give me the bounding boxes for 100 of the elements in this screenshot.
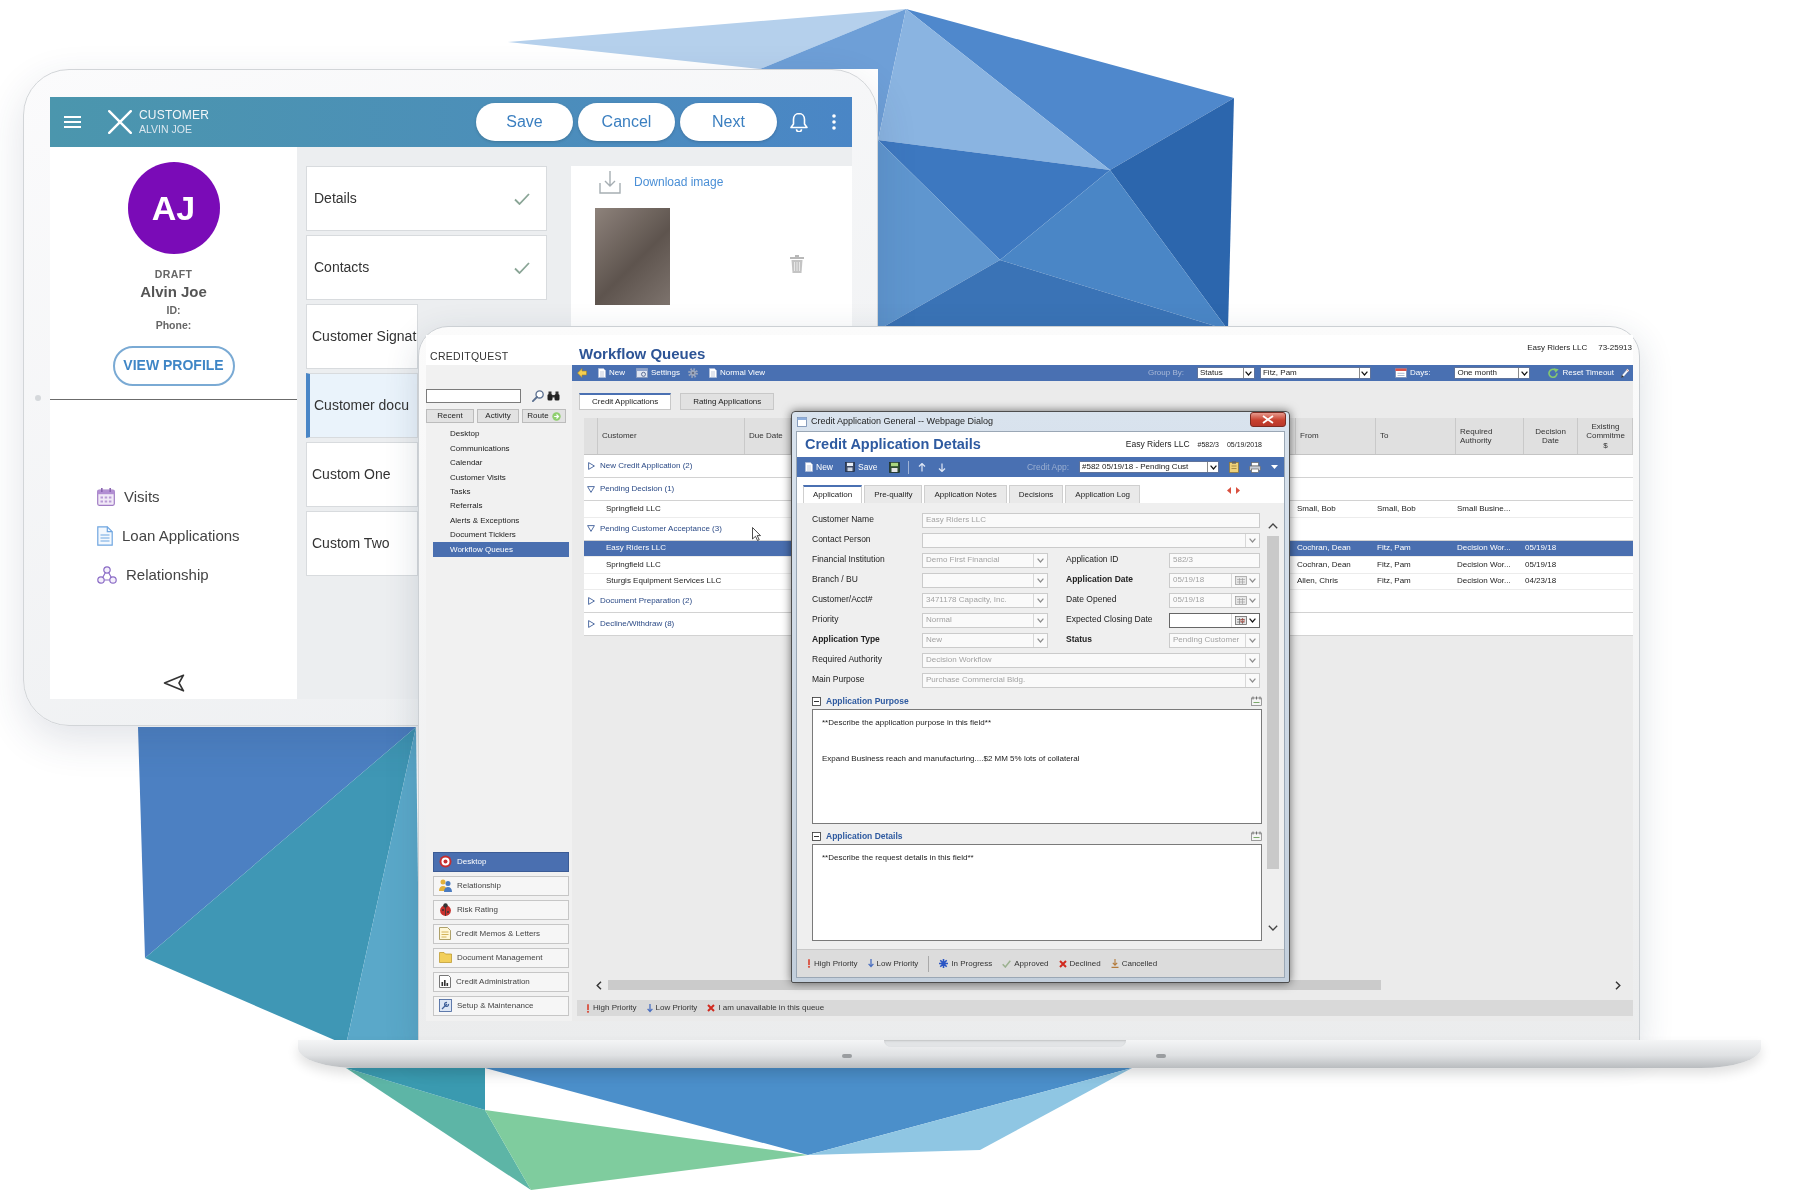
tab[interactable]: Rating Applications (680, 393, 775, 410)
dropdown-field[interactable]: Status (1196, 367, 1255, 379)
arrow-left-icon[interactable] (1227, 486, 1231, 494)
text-area[interactable]: **Describe the request details in this field** (812, 844, 1262, 941)
section-card[interactable]: Contacts (306, 235, 547, 300)
nav-item[interactable]: Relationship (97, 555, 209, 595)
chevron-up-icon[interactable] (1267, 523, 1278, 529)
chevron-down-icon[interactable] (1520, 370, 1528, 376)
tab[interactable]: Route (522, 409, 566, 423)
sidebar-item[interactable]: Communications (433, 441, 569, 456)
group-label[interactable]: Pending Decision (1) (600, 484, 675, 494)
module-button[interactable]: Credit Memos & Letters (433, 923, 569, 944)
collapse-icon[interactable] (812, 831, 821, 841)
toolbar-button[interactable]: New (598, 368, 625, 378)
dropdown-field[interactable]: #582 05/19/18 - Pending Cust (1079, 461, 1219, 473)
module-button[interactable]: Setup & Maintenance (433, 995, 569, 1016)
section-card[interactable]: Custom One (306, 442, 418, 507)
chevron-down-icon[interactable] (1209, 464, 1217, 470)
gear-icon[interactable] (687, 368, 698, 378)
view-profile-button[interactable]: VIEW PROFILE (112, 345, 235, 386)
tab[interactable]: Pre-qualify (864, 485, 923, 503)
arrow-left-icon[interactable] (577, 368, 587, 378)
dropdown-field[interactable]: One month (1454, 367, 1531, 379)
tab[interactable]: Recent (426, 409, 474, 423)
binoculars-icon[interactable] (547, 391, 560, 401)
toolbar-button[interactable]: Normal View (708, 368, 766, 378)
sidebar-item[interactable]: Workflow Queues (433, 542, 569, 557)
section-card[interactable]: Details (306, 166, 547, 231)
tab[interactable]: Credit Applications (579, 393, 672, 410)
chevron-down-icon[interactable] (1361, 370, 1369, 376)
tab[interactable]: Activity (477, 409, 519, 423)
tab[interactable]: Application Log (1065, 485, 1141, 503)
sidebar-item[interactable]: Desktop (433, 427, 569, 442)
next-button[interactable]: Next (680, 103, 777, 141)
toolbar-button[interactable]: Save (845, 461, 878, 473)
tab[interactable]: Decisions (1008, 485, 1064, 503)
collapse-icon[interactable] (812, 696, 821, 706)
caret-down-icon[interactable] (1271, 465, 1278, 469)
module-button[interactable]: Desktop (433, 851, 569, 872)
tab[interactable]: Application (803, 485, 863, 503)
ladybug-icon (439, 903, 452, 917)
search-field[interactable] (426, 389, 521, 403)
tab[interactable]: Application Notes (924, 485, 1007, 503)
dropdown-field[interactable]: Fitz, Pam (1259, 367, 1371, 379)
notepad-icon[interactable] (1251, 831, 1262, 841)
module-button[interactable]: Credit Administration (433, 971, 569, 992)
chevron-right-icon[interactable] (1615, 980, 1621, 990)
sidebar-item[interactable]: Alerts & Exceptions (433, 513, 569, 528)
arrow-up-icon[interactable] (918, 462, 927, 472)
nav-item[interactable]: Loan Applications (97, 516, 240, 556)
module-button[interactable]: Relationship (433, 875, 569, 896)
nav-item[interactable]: Visits (97, 477, 160, 517)
group-label[interactable]: Decline/Withdraw (8) (600, 619, 675, 629)
toolbar-button[interactable]: New (805, 461, 833, 473)
close-icon[interactable] (108, 110, 132, 134)
search-icon[interactable] (532, 390, 544, 402)
caret-right-icon[interactable] (587, 597, 595, 605)
table-cell: Sturgis Equipment Services LLC (606, 576, 722, 587)
arrow-down-icon[interactable] (938, 462, 947, 472)
group-label[interactable]: Document Preparation (2) (600, 596, 693, 606)
chevron-left-icon[interactable] (596, 980, 602, 990)
section-card[interactable]: Custom Two (306, 511, 418, 576)
chevron-down-icon[interactable] (1267, 925, 1278, 931)
printer-icon[interactable] (1249, 461, 1261, 473)
chevron-down-icon[interactable] (1245, 370, 1253, 376)
caret-right-icon[interactable] (587, 620, 595, 628)
chevron-down-icon[interactable] (1249, 617, 1256, 623)
group-label[interactable]: New Credit Application (2) (600, 461, 693, 471)
menu-icon[interactable] (64, 116, 81, 128)
sidebar-item[interactable]: Document Ticklers (433, 527, 569, 543)
sidebar-item[interactable]: Customer Visits (433, 470, 569, 485)
sidebar-item[interactable]: Referrals (433, 498, 569, 514)
caret-down-icon[interactable] (587, 525, 595, 532)
download-link[interactable]: Download image (634, 174, 724, 190)
toolbar-button[interactable]: Settings (636, 368, 680, 378)
scrollbar-thumb[interactable] (1266, 536, 1279, 869)
clipboard-icon[interactable] (1229, 461, 1239, 473)
send-icon[interactable] (162, 674, 185, 692)
calendar-icon[interactable] (1235, 615, 1247, 625)
text-area[interactable]: **Describe the application purpose in this field** Expand Business reach and manufacturing....$2 MM 5% lots of collateral (812, 709, 1262, 824)
save-button[interactable]: Save (476, 103, 573, 141)
module-button[interactable]: Document Management (433, 947, 569, 968)
bell-icon[interactable] (790, 112, 808, 132)
more-options-icon[interactable] (832, 114, 836, 130)
sidebar-item[interactable]: Tasks (433, 484, 569, 499)
close-button[interactable] (1250, 412, 1286, 427)
pencil-icon[interactable] (1621, 368, 1630, 378)
caret-down-icon[interactable] (587, 485, 595, 493)
module-button[interactable]: Risk Rating (433, 899, 569, 920)
section-card[interactable]: Customer Signat (306, 304, 418, 369)
caret-right-icon[interactable] (587, 462, 595, 470)
reset-timeout-button[interactable]: Reset Timeout (1548, 368, 1614, 378)
notepad-icon[interactable] (1251, 696, 1262, 706)
date-field[interactable] (1169, 612, 1260, 628)
section-card[interactable]: Customer docu (306, 373, 418, 438)
download-icon[interactable] (599, 170, 621, 194)
sidebar-item[interactable]: Calendar (433, 455, 569, 471)
cancel-button[interactable]: Cancel (578, 103, 675, 141)
arrow-right-icon[interactable] (1236, 486, 1240, 494)
group-label[interactable]: Pending Customer Acceptance (3) (600, 523, 722, 534)
